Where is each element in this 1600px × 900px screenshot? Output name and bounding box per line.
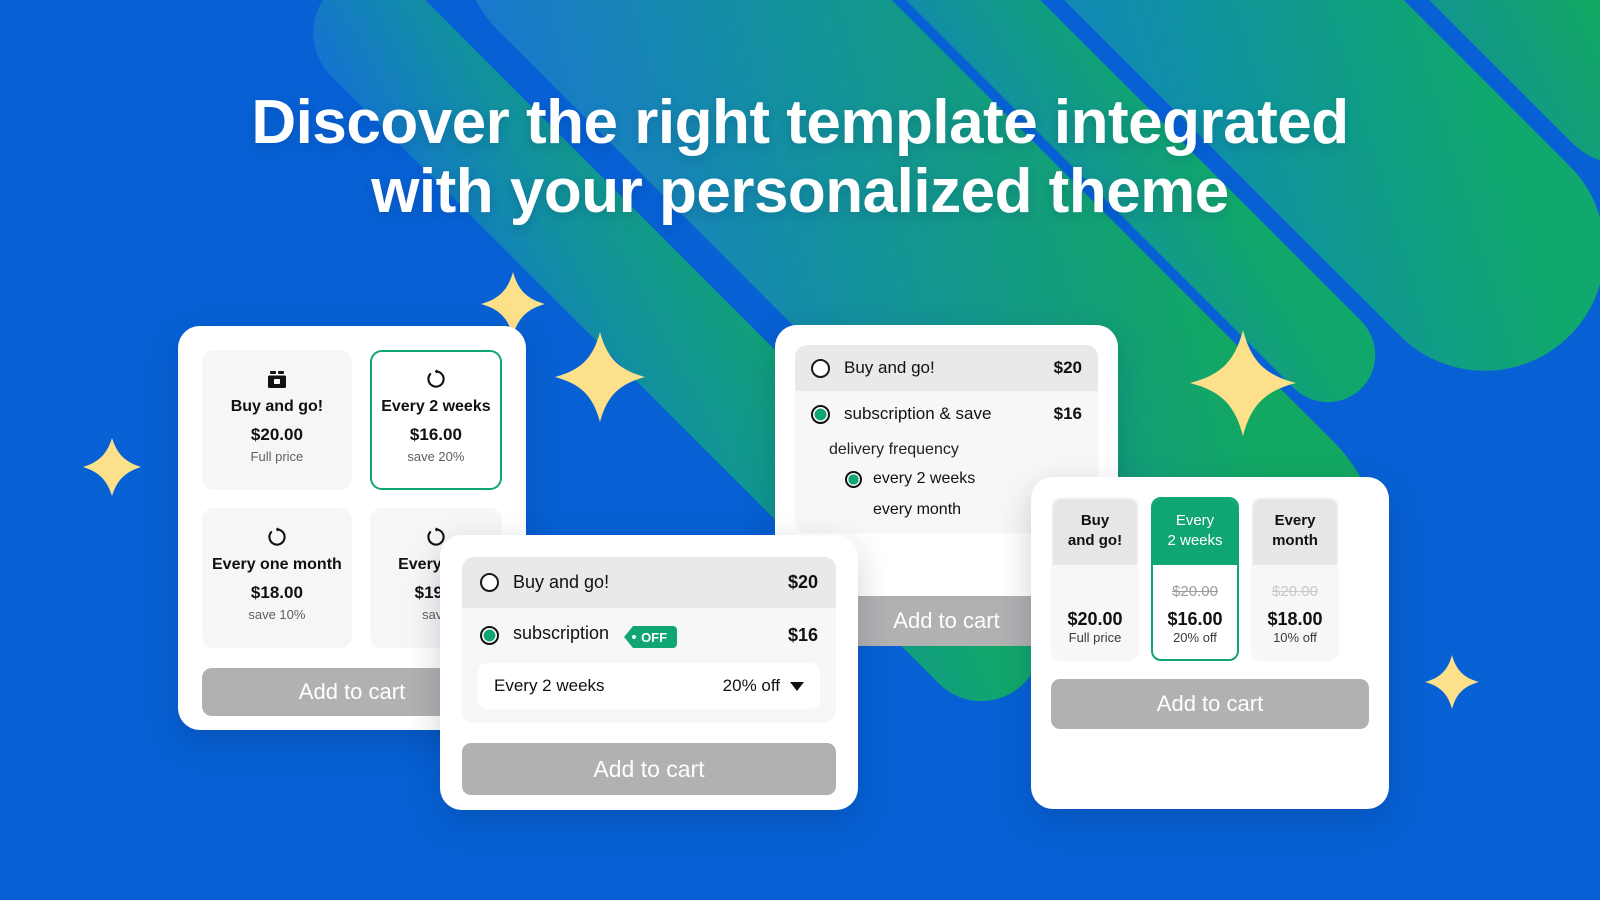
headline-line-1: Discover the right template integrated [251,88,1349,157]
price-column-header-line-1: Every [1274,512,1316,529]
price-column-price: $20.00 [1067,609,1123,629]
price-column-note: 20% off [1173,630,1217,645]
price-column-body: $20.00 $18.00 10% off [1253,565,1337,659]
plan-radio-label: Buy and go! [844,358,935,377]
price-column-header: Every month [1253,499,1337,565]
price-column-every-2-weeks[interactable]: Every 2 weeks $20.00 $16.00 20% off [1151,497,1239,661]
price-column-header: Every 2 weeks [1153,499,1237,565]
plan-tile-note: Full price [250,448,304,464]
price-column-old-price: $20.00 [1172,583,1218,600]
discount-tag-badge: OFF [624,626,678,648]
price-column-group: Buy and go! $20.00 Full price Every 2 we… [1051,497,1369,661]
price-column-every-month[interactable]: Every month $20.00 $18.00 10% off [1251,497,1339,661]
plan-radio-amount: $20 [1053,358,1082,377]
frequency-dropdown[interactable]: Every 2 weeks 20% off [478,663,820,709]
plan-radio-label: subscription & save [844,404,992,423]
delivery-frequency-label: delivery frequency [829,441,959,458]
plan-tile-every-2-weeks[interactable]: Every 2 weeks $16.00 save 20% [369,350,502,490]
plan-tile-price: $18.00 [250,582,303,602]
price-column-note: 10% off [1273,630,1317,645]
price-column-header: Buy and go! [1053,499,1137,565]
subscription-refresh-icon [267,526,287,548]
plan-tile-price: $20.00 [250,424,303,444]
price-column-price: $18.00 [1267,609,1323,629]
plan-tile-name: Buy and go! [230,398,324,415]
plan-radio-amount: $20 [787,572,818,592]
price-column-header-line-2: 2 weeks [1167,532,1223,550]
radio-selected-icon[interactable] [845,470,862,488]
plan-tile-note: save 10% [248,606,306,622]
plan-radio-label: Buy and go! [513,572,610,592]
plan-radio-amount: $16 [787,625,818,645]
radio-selected-icon[interactable] [480,626,499,645]
plan-radio-row-buy-and-go[interactable]: Buy and go! $20 [795,345,1098,391]
price-column-header-line-2: and go! [1067,532,1123,550]
plan-radio-label-wrap: subscription OFF [513,623,788,648]
price-column-old-price: $20.00 [1272,583,1318,600]
plan-tile-price: $16.00 [409,424,462,444]
plan-tile-every-one-month[interactable]: Every one month $18.00 save 10% [202,508,352,648]
price-column-buy-and-go[interactable]: Buy and go! $20.00 Full price [1051,497,1139,661]
add-to-cart-button[interactable]: Add to cart [1051,679,1369,729]
frequency-option-label: every 2 weeks [873,470,976,487]
frequency-dropdown-value: 20% off [722,676,780,695]
frequency-option-label: every month [873,501,962,518]
plan-radio-label: subscription [513,623,610,643]
price-column-note: Full price [1068,630,1122,645]
frequency-dropdown-label: Every 2 weeks [494,676,605,695]
plan-tile-note: save 20% [407,448,465,464]
discount-tag-label: OFF [641,629,668,645]
plan-tile-name: Every 2 weeks [381,398,491,415]
page-title: Discover the right template integrated w… [0,88,1600,227]
price-column-price: $16.00 [1167,609,1223,629]
plan-radio-amount: $16 [1053,404,1082,423]
radio-selected-icon[interactable] [811,404,830,424]
chevron-down-icon[interactable] [790,681,804,691]
price-column-header-line-1: Buy [1080,512,1110,529]
radio-unselected-icon[interactable] [480,573,499,592]
price-column-header-line-1: Every [1175,512,1215,529]
headline-line-2: with your personalized theme [371,157,1229,227]
plan-radio-row-subscription[interactable]: subscription OFF $16 [462,608,836,663]
price-column-body: $20.00 Full price [1053,565,1137,659]
plan-tile-name: Every one month [212,556,342,573]
plan-tile-buy-and-go[interactable]: Buy and go! $20.00 Full price [202,350,352,490]
price-column-header-line-2: month [1272,532,1318,550]
plan-radio-row-subscription[interactable]: subscription & save $16 [795,391,1098,437]
radio-unselected-icon[interactable] [811,358,830,378]
plan-radio-row-buy-and-go[interactable]: Buy and go! $20 [462,557,836,608]
plan-radio-list: Buy and go! $20 subscription OFF $16 Eve… [462,557,836,723]
subscription-refresh-icon [426,368,446,390]
price-column-body: $20.00 $16.00 20% off [1153,565,1237,659]
add-to-cart-button[interactable]: Add to cart [462,743,836,795]
badge-dropdown-template-card: Buy and go! $20 subscription OFF $16 Eve… [440,535,858,810]
shopping-basket-icon [267,368,287,390]
price-columns-template-card: Buy and go! $20.00 Full price Every 2 we… [1031,477,1389,809]
tag-hole-dot [632,635,637,639]
